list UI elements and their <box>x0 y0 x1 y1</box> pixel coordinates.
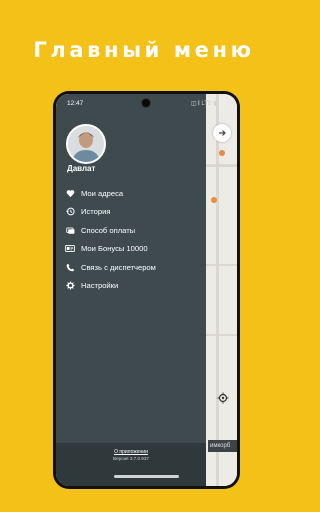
app-version: Версия 3.7.0.937 <box>113 456 149 461</box>
avatar[interactable] <box>66 124 106 164</box>
arrow-right-icon <box>219 130 226 136</box>
menu-item-bonuses[interactable]: Мои Бонусы 10000 <box>65 243 205 255</box>
map-road <box>206 164 237 167</box>
menu-item-settings[interactable]: Настройки <box>65 280 205 292</box>
home-indicator[interactable] <box>114 475 179 478</box>
front-camera <box>141 98 151 108</box>
map-forward-button[interactable] <box>213 124 231 142</box>
map-street-label: имкорб <box>208 440 237 452</box>
menu-item-label: Способ оплаты <box>81 225 136 235</box>
menu-item-label: Мои адреса <box>81 188 124 198</box>
menu-item-dispatcher[interactable]: Связь с диспетчером <box>65 261 205 273</box>
user-photo-icon <box>68 126 104 162</box>
target-icon <box>217 392 229 404</box>
navigation-drawer: Давлат Мои адреса История Способ оплаты … <box>56 94 206 486</box>
history-icon <box>65 207 75 217</box>
menu-item-addresses[interactable]: Мои адреса <box>65 187 205 199</box>
about-app-link[interactable]: О приложении <box>56 449 206 455</box>
menu-item-label: Мои Бонусы 10000 <box>81 244 148 253</box>
drawer-menu: Мои адреса История Способ оплаты Мои Бон… <box>65 187 205 298</box>
locate-button[interactable] <box>215 390 231 406</box>
map-road <box>206 264 237 266</box>
map-pin-icon[interactable] <box>211 197 217 203</box>
menu-item-label: Связь с диспетчером <box>81 262 156 272</box>
menu-item-history[interactable]: История <box>65 206 205 218</box>
map-road <box>206 334 237 336</box>
user-name: Давлат <box>67 164 96 173</box>
heart-icon <box>65 188 75 198</box>
phone-frame: имкорб Давлат Мои адреса История Способ … <box>53 91 240 489</box>
map-pin-icon[interactable] <box>219 150 225 156</box>
status-icons: ◫ 𝄃 LTE ▮ <box>191 101 217 107</box>
phone-icon <box>65 262 75 272</box>
menu-item-label: Настройки <box>81 281 119 290</box>
status-time: 12:47 <box>67 100 84 107</box>
menu-item-label: История <box>81 207 111 216</box>
menu-item-payment[interactable]: Способ оплаты <box>65 224 205 236</box>
phone-screen: имкорб Давлат Мои адреса История Способ … <box>56 94 237 486</box>
bonus-icon <box>65 244 75 254</box>
gear-icon <box>65 281 75 291</box>
status-bar: 12:47 ◫ 𝄃 LTE ▮ <box>56 94 237 112</box>
card-icon <box>65 225 75 235</box>
promo-title: Главный меню <box>33 38 255 62</box>
